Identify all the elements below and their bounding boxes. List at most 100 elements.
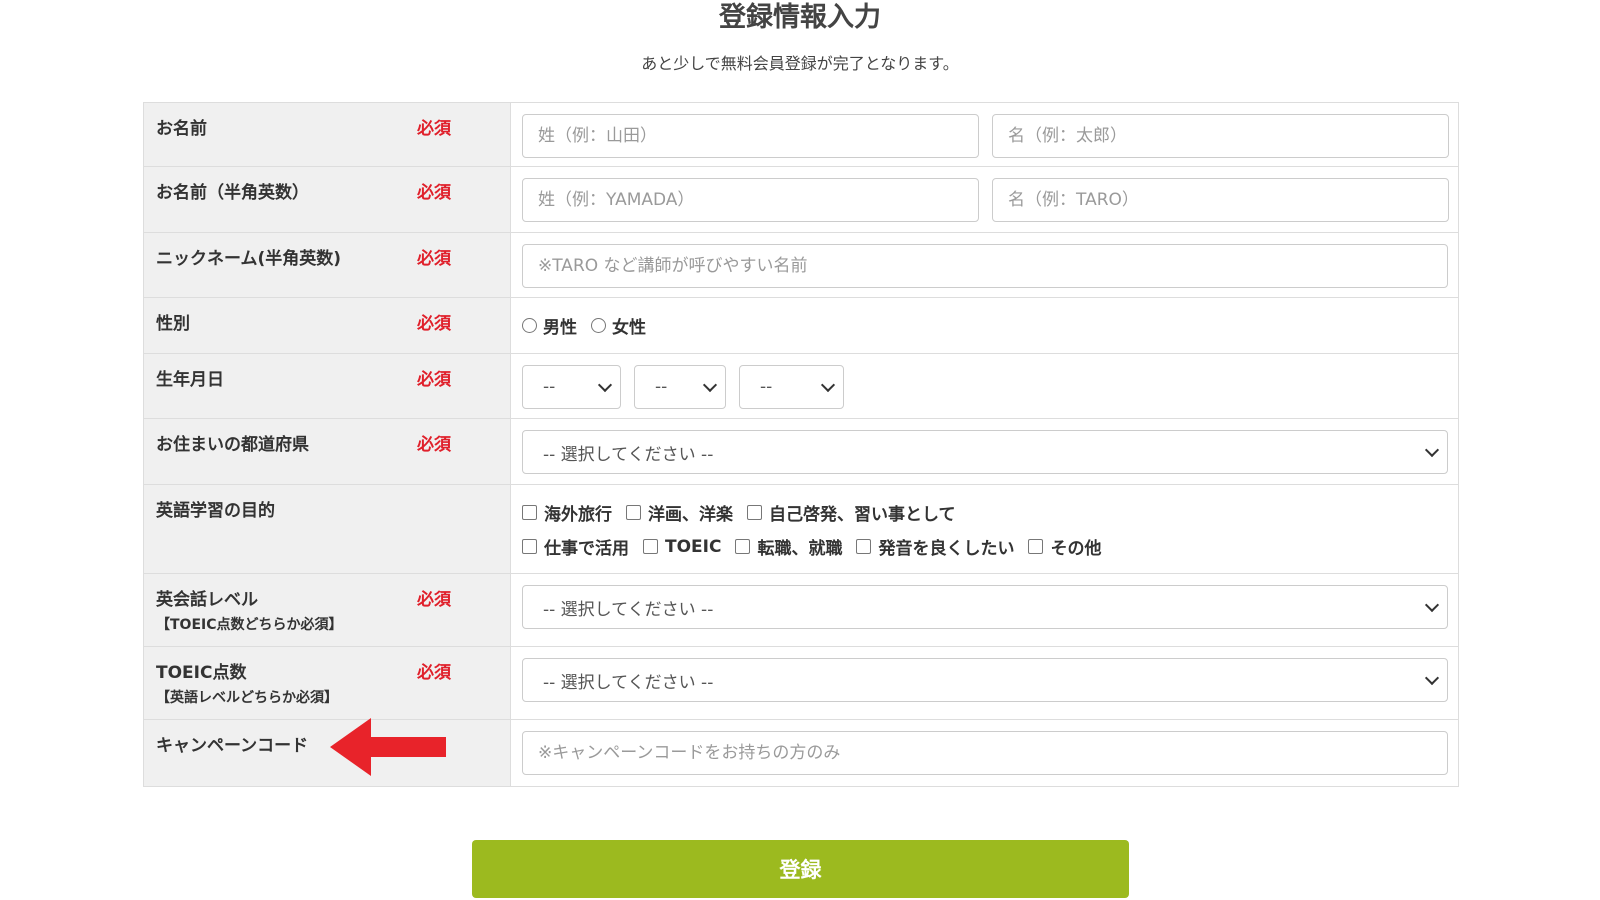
english-level-sublabel: 【TOEIC点数どちらか必須】 xyxy=(156,617,343,633)
registration-form: お名前 必須 お名前（半角英数） 必須 ニックネーム(半角英数) 必須 性別 xyxy=(143,102,1459,787)
row-nickname: ニックネーム(半角英数) 必須 xyxy=(144,233,1458,298)
required-badge: 必須 xyxy=(417,249,451,269)
checkbox[interactable] xyxy=(522,505,537,520)
purpose-option-label: 発音を良くしたい xyxy=(878,539,1015,559)
checkbox[interactable] xyxy=(856,539,872,554)
label-cell: 英会話レベル 【TOEIC点数どちらか必須】 必須 xyxy=(144,574,511,646)
purpose-option-label: 仕事で活用 xyxy=(544,539,629,559)
chevron-down-icon xyxy=(1424,442,1440,457)
last-name-roman-input[interactable] xyxy=(522,178,979,222)
row-purpose: 英語学習の目的 海外旅行 洋画、洋楽 自己啓発、習い事として 仕事で活用 TOE… xyxy=(144,485,1458,574)
purpose-option-label: 海外旅行 xyxy=(544,505,612,525)
gender-option-female[interactable]: 女性 xyxy=(591,313,646,338)
row-gender: 性別 必須 男性 女性 xyxy=(144,298,1458,354)
purpose-option[interactable]: 洋画、洋楽 xyxy=(626,500,733,525)
checkbox[interactable] xyxy=(735,539,751,554)
label-cell: 英語学習の目的 xyxy=(144,485,511,573)
checkbox[interactable] xyxy=(1028,539,1044,554)
required-badge: 必須 xyxy=(417,119,451,139)
field-cell: -- 選択してください -- xyxy=(511,419,1459,484)
row-birthday: 生年月日 必須 -- -- -- xyxy=(144,354,1458,419)
campaign-code-input[interactable] xyxy=(522,731,1448,775)
row-name-roman: お名前（半角英数） 必須 xyxy=(144,167,1458,233)
chevron-down-icon xyxy=(1424,670,1440,685)
radio-button[interactable] xyxy=(591,318,606,333)
purpose-row-2: 仕事で活用 TOEIC 転職、就職 発音を良くしたい その他 xyxy=(522,534,1115,559)
purpose-option-label: その他 xyxy=(1050,539,1102,559)
label-cell: お住まいの都道府県 必須 xyxy=(144,419,511,484)
field-cell xyxy=(511,167,1460,232)
label-cell: 生年月日 必須 xyxy=(144,354,511,418)
field-cell xyxy=(511,720,1459,786)
purpose-option[interactable]: TOEIC xyxy=(643,537,721,557)
checkbox[interactable] xyxy=(522,539,537,554)
field-cell: 海外旅行 洋画、洋楽 自己啓発、習い事として 仕事で活用 TOEIC 転職、就職… xyxy=(511,485,1458,573)
birth-month-select[interactable]: -- xyxy=(634,365,726,409)
select-value: -- 選択してください -- xyxy=(543,599,714,620)
row-toeic: TOEIC点数 【英語レベルどちらか必須】 必須 -- 選択してください -- xyxy=(144,647,1458,720)
required-badge: 必須 xyxy=(417,370,451,390)
purpose-option-label: 転職、就職 xyxy=(757,539,843,559)
row-english-level: 英会話レベル 【TOEIC点数どちらか必須】 必須 -- 選択してください -- xyxy=(144,574,1458,647)
row-prefecture: お住まいの都道府県 必須 -- 選択してください -- xyxy=(144,419,1458,485)
field-cell xyxy=(511,103,1460,166)
required-badge: 必須 xyxy=(417,314,451,334)
gender-option-label: 女性 xyxy=(612,318,646,338)
select-value: -- xyxy=(543,377,556,397)
first-name-input[interactable] xyxy=(992,114,1449,158)
required-badge: 必須 xyxy=(417,663,451,683)
field-cell: -- 選択してください -- xyxy=(511,574,1459,646)
label-cell: お名前（半角英数） 必須 xyxy=(144,167,511,232)
nickname-input[interactable] xyxy=(522,244,1448,288)
purpose-row-1: 海外旅行 洋画、洋楽 自己啓発、習い事として xyxy=(522,500,1115,525)
checkbox[interactable] xyxy=(626,505,641,520)
prefecture-select[interactable]: -- 選択してください -- xyxy=(522,430,1448,474)
required-badge: 必須 xyxy=(417,183,451,203)
purpose-option[interactable]: 海外旅行 xyxy=(522,500,612,525)
field-cell: -- 選択してください -- xyxy=(511,647,1459,719)
register-button[interactable]: 登録 xyxy=(472,840,1129,898)
birth-year-select[interactable]: -- xyxy=(522,365,621,409)
purpose-option-label: 自己啓発、習い事として xyxy=(769,505,956,525)
purpose-option[interactable]: 仕事で活用 xyxy=(522,534,629,559)
label-cell: キャンペーンコード xyxy=(144,720,511,786)
page-subtitle: あと少しで無料会員登録が完了となります。 xyxy=(641,54,959,73)
english-level-select[interactable]: -- 選択してください -- xyxy=(522,585,1448,629)
gender-option-male[interactable]: 男性 xyxy=(522,313,577,338)
chevron-down-icon xyxy=(702,377,718,392)
label-cell: 性別 必須 xyxy=(144,298,511,353)
chevron-down-icon xyxy=(597,377,613,392)
purpose-checkbox-group: 海外旅行 洋画、洋楽 自己啓発、習い事として 仕事で活用 TOEIC 転職、就職… xyxy=(522,498,1115,559)
radio-button[interactable] xyxy=(522,318,537,333)
row-name: お名前 必須 xyxy=(144,103,1458,167)
label-cell: ニックネーム(半角英数) 必須 xyxy=(144,233,511,297)
gender-radio-group: 男性 女性 xyxy=(522,313,660,338)
purpose-option[interactable]: 自己啓発、習い事として xyxy=(747,500,956,525)
required-badge: 必須 xyxy=(417,435,451,455)
purpose-option[interactable]: 発音を良くしたい xyxy=(856,534,1014,559)
chevron-down-icon xyxy=(1424,597,1440,612)
select-value: -- 選択してください -- xyxy=(543,444,714,465)
checkbox[interactable] xyxy=(747,505,762,520)
field-cell: -- -- -- xyxy=(511,354,1458,418)
first-name-roman-input[interactable] xyxy=(992,178,1449,222)
chevron-down-icon xyxy=(820,377,836,392)
red-arrow-icon xyxy=(330,718,446,776)
field-cell xyxy=(511,233,1459,297)
toeic-sublabel: 【英語レベルどちらか必須】 xyxy=(156,690,338,706)
purpose-option[interactable]: その他 xyxy=(1028,534,1101,559)
label-cell: お名前 必須 xyxy=(144,103,511,166)
purpose-label: 英語学習の目的 xyxy=(156,501,275,521)
select-value: -- xyxy=(760,377,773,397)
toeic-select[interactable]: -- 選択してください -- xyxy=(522,658,1448,702)
purpose-option[interactable]: 転職、就職 xyxy=(735,534,842,559)
select-value: -- 選択してください -- xyxy=(543,672,714,693)
checkbox[interactable] xyxy=(643,539,658,554)
purpose-option-label: TOEIC xyxy=(665,536,722,557)
gender-option-label: 男性 xyxy=(543,318,577,338)
last-name-input[interactable] xyxy=(522,114,979,158)
select-value: -- xyxy=(655,377,668,397)
campaign-label: キャンペーンコード xyxy=(156,736,309,756)
page-title: 登録情報入力 xyxy=(719,2,881,33)
birth-day-select[interactable]: -- xyxy=(739,365,844,409)
